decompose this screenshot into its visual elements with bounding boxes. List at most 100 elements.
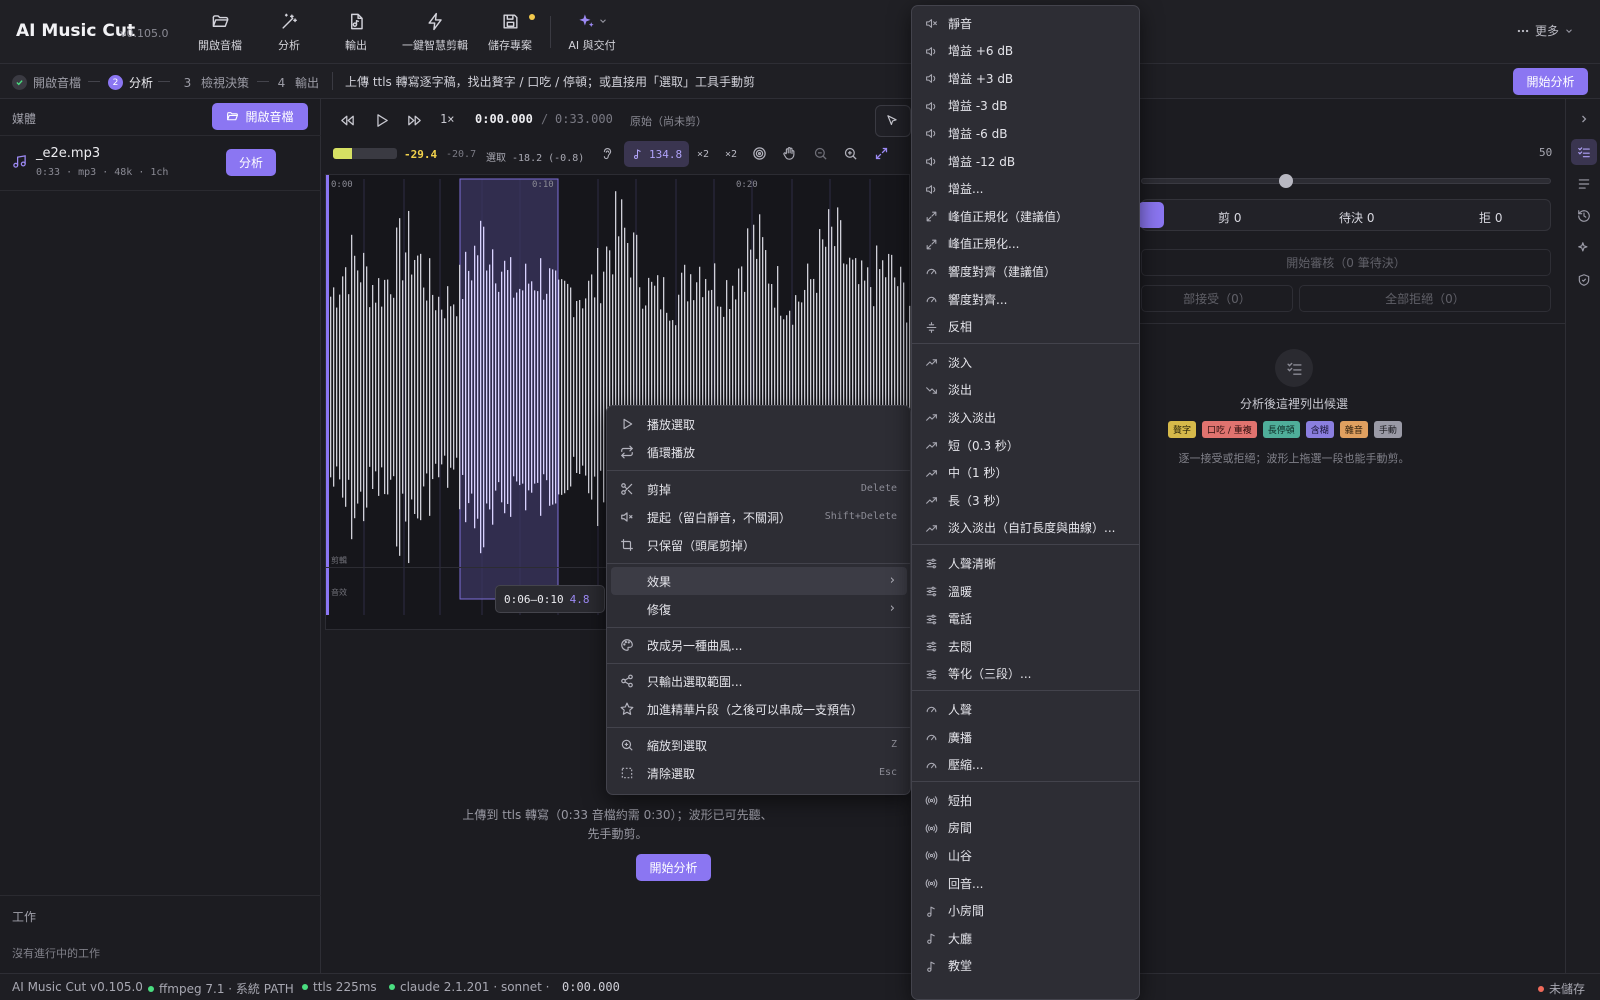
- count-tab-active[interactable]: [1138, 202, 1164, 228]
- threshold-slider-thumb[interactable]: [1278, 174, 1293, 188]
- count-pending[interactable]: 待決 0: [1339, 209, 1374, 226]
- menu-restyle[interactable]: 改成另一種曲風...: [611, 631, 907, 659]
- menu-export-selection[interactable]: 只輸出選取範圍...: [611, 667, 907, 695]
- effect-item[interactable]: 反相: [916, 313, 1136, 341]
- effect-item[interactable]: 大廳: [916, 924, 1136, 952]
- effect-item[interactable]: 增益 +3 dB: [916, 64, 1136, 92]
- playhead[interactable]: [326, 175, 329, 615]
- step-analyze[interactable]: 2 分析: [108, 74, 153, 91]
- effect-item[interactable]: 淡入淡出（自訂長度與曲線）...: [916, 514, 1136, 542]
- zoom-in-icon[interactable]: [843, 146, 858, 161]
- effect-item[interactable]: 房間: [916, 814, 1136, 842]
- start-review-button[interactable]: 開始審核（0 筆待決）: [1141, 249, 1551, 276]
- effect-item[interactable]: 溫暖: [916, 577, 1136, 605]
- menu-repair[interactable]: 修復 ›: [611, 595, 907, 623]
- effect-item[interactable]: 短拍: [916, 786, 1136, 814]
- effect-item[interactable]: 增益...: [916, 175, 1136, 203]
- effect-item[interactable]: 電話: [916, 605, 1136, 633]
- tempo-multiplier-b[interactable]: ×2: [725, 149, 737, 160]
- effect-item[interactable]: 淡出: [916, 376, 1136, 404]
- effect-item[interactable]: 去悶: [916, 632, 1136, 660]
- effect-item[interactable]: 小房間: [916, 897, 1136, 925]
- effect-item[interactable]: 淡入: [916, 348, 1136, 376]
- effect-item[interactable]: 壓縮...: [916, 751, 1136, 779]
- shield-check-icon[interactable]: [1574, 270, 1594, 290]
- menu-zoom-selection[interactable]: 縮放到選取 Z: [611, 731, 907, 759]
- more-menu-button[interactable]: 更多: [1516, 22, 1574, 39]
- step-review[interactable]: 3 檢視決策: [180, 74, 249, 91]
- step-open-audio[interactable]: 開啟音檔: [12, 74, 81, 91]
- start-analysis-top-button[interactable]: 開始分析: [1513, 68, 1588, 95]
- category-tag: 口吃 / 重複: [1202, 421, 1257, 438]
- menu-clear-selection[interactable]: 清除選取 Esc: [611, 759, 907, 787]
- list-details-icon[interactable]: [1574, 174, 1594, 194]
- reject-all-button[interactable]: 全部拒絕（0）: [1299, 285, 1551, 312]
- effect-item[interactable]: 靜音: [916, 9, 1136, 37]
- save-project-button[interactable]: 儲存專案: [487, 8, 535, 56]
- cursor-pointer-icon[interactable]: [885, 114, 899, 128]
- effect-item[interactable]: 廣播: [916, 723, 1136, 751]
- reverb-icon: [925, 796, 938, 806]
- open-audio-button[interactable]: 開啟音檔: [197, 8, 243, 56]
- smart-cut-button[interactable]: 一鍵智慧剪輯: [400, 8, 470, 56]
- bpm-badge[interactable]: 134.8: [624, 141, 689, 167]
- menu-cut[interactable]: 剪掉 Delete: [611, 475, 907, 503]
- effect-item[interactable]: 教堂: [916, 952, 1136, 980]
- accept-all-button[interactable]: 部接受（0）: [1141, 285, 1293, 312]
- menu-lift[interactable]: 提起（留白靜音，不關洞） Shift+Delete: [611, 503, 907, 531]
- effect-item[interactable]: 回音...: [916, 869, 1136, 897]
- effect-item[interactable]: 增益 -6 dB: [916, 119, 1136, 147]
- play-icon[interactable]: [373, 112, 390, 129]
- effect-item[interactable]: 峰值正規化（建議值）: [916, 202, 1136, 230]
- step-export[interactable]: 4 輸出: [274, 74, 319, 91]
- ai-deliver-button[interactable]: AI 與交付: [566, 8, 618, 56]
- playback-speed[interactable]: 1×: [440, 112, 454, 126]
- sparkles-rail-icon[interactable]: [1574, 238, 1594, 258]
- tempo-multiplier-a[interactable]: ×2: [697, 149, 709, 160]
- effect-item[interactable]: 增益 -3 dB: [916, 92, 1136, 120]
- effect-item[interactable]: 等化（三段）...: [916, 660, 1136, 688]
- media-analyze-button[interactable]: 分析: [226, 149, 276, 176]
- effect-item[interactable]: 響度對齊...: [916, 285, 1136, 313]
- effects-submenu: 靜音 增益 +6 dB 增益 +3 dB 增益 -3 dB 增益 -6 dB 增益 -12…: [911, 5, 1140, 1000]
- hearing-icon[interactable]: [600, 146, 615, 161]
- effect-item[interactable]: 增益 -12 dB: [916, 147, 1136, 175]
- count-cut[interactable]: 剪 0: [1218, 209, 1241, 226]
- fit-expand-icon[interactable]: [874, 146, 889, 161]
- export-button[interactable]: 輸出: [341, 8, 371, 56]
- effect-item[interactable]: 響度對齊（建議值）: [916, 257, 1136, 285]
- target-icon[interactable]: [752, 146, 767, 161]
- menu-shortcut: Z: [890, 739, 897, 750]
- effect-item[interactable]: 峰值正規化...: [916, 230, 1136, 258]
- menu-effects[interactable]: 效果 ›: [611, 567, 907, 595]
- menu-label: 只保留（頭尾剪掉）: [647, 538, 756, 553]
- hand-pan-icon[interactable]: [782, 146, 797, 161]
- effect-item[interactable]: 山谷: [916, 841, 1136, 869]
- start-analysis-button[interactable]: 開始分析: [636, 854, 711, 881]
- menu-play-selection[interactable]: 播放選取: [611, 410, 907, 438]
- waveform-bar: [582, 308, 584, 466]
- effect-item[interactable]: 長（3 秒）: [916, 486, 1136, 514]
- menu-add-highlight[interactable]: 加進精華片段（之後可以串成一支預告）: [611, 695, 907, 723]
- waveform-bar: [480, 220, 482, 554]
- effect-item[interactable]: 人聲: [916, 695, 1136, 723]
- count-rejected[interactable]: 拒 0: [1479, 209, 1502, 226]
- open-audio-sidebar-button[interactable]: 開啟音檔: [212, 103, 308, 130]
- list-check-rail-icon[interactable]: [1571, 139, 1597, 165]
- media-list-item[interactable]: _e2e.mp3 0:33 · mp3 · 48k · 1ch 分析: [0, 135, 321, 191]
- history-icon[interactable]: [1574, 206, 1594, 226]
- analyze-button[interactable]: 分析: [274, 8, 304, 56]
- effect-item[interactable]: 淡入淡出: [916, 403, 1136, 431]
- menu-keep-only[interactable]: 只保留（頭尾剪掉）: [611, 531, 907, 559]
- zoom-out-icon[interactable]: [813, 146, 828, 161]
- skip-forward-icon[interactable]: [406, 112, 423, 129]
- effect-item[interactable]: 短（0.3 秒）: [916, 431, 1136, 459]
- threshold-slider[interactable]: [1141, 174, 1551, 188]
- effect-item[interactable]: 中（1 秒）: [916, 459, 1136, 487]
- chevron-right-icon[interactable]: [1574, 109, 1594, 129]
- menu-loop-play[interactable]: 循環播放: [611, 438, 907, 466]
- effect-label: 房間: [948, 821, 973, 836]
- effect-item[interactable]: 人聲清晰: [916, 549, 1136, 577]
- effect-item[interactable]: 增益 +6 dB: [916, 37, 1136, 65]
- skip-back-icon[interactable]: [339, 112, 356, 129]
